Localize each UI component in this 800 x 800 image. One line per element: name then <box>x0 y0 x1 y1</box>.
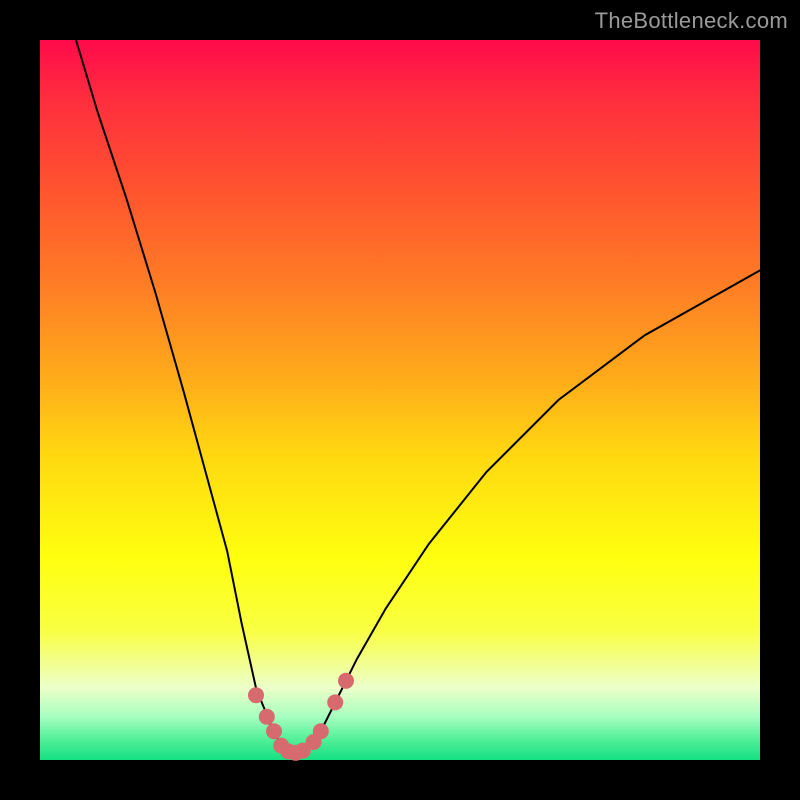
curve-layer <box>40 40 760 760</box>
plot-area <box>40 40 760 760</box>
highlight-dot <box>248 687 264 703</box>
highlight-dot <box>266 723 282 739</box>
highlight-dot <box>327 694 343 710</box>
highlight-dot <box>313 723 329 739</box>
highlight-points <box>248 673 354 761</box>
highlight-dot <box>338 673 354 689</box>
highlight-dot <box>259 709 275 725</box>
bottleneck-curve <box>76 40 760 753</box>
watermark: TheBottleneck.com <box>595 8 788 34</box>
chart-container: TheBottleneck.com <box>0 0 800 800</box>
